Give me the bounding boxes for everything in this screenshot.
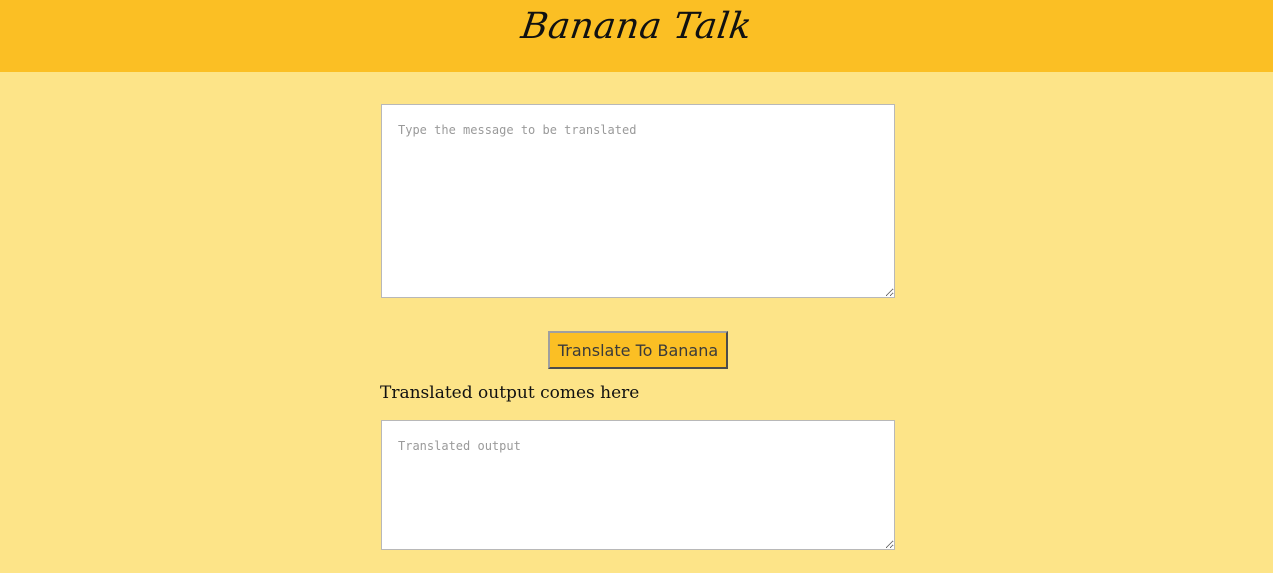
button-row: Translate To Banana (381, 331, 895, 369)
app-title: Banana Talk (518, 6, 755, 47)
app-header: Banana Talk (0, 0, 1273, 72)
output-heading: Translated output comes here (380, 383, 640, 403)
output-wrapper (381, 420, 895, 550)
translated-output[interactable] (381, 420, 895, 550)
message-input[interactable] (381, 104, 895, 298)
translate-button[interactable]: Translate To Banana (547, 331, 729, 369)
translator-panel: Translate To Banana Translated output co… (380, 104, 895, 550)
